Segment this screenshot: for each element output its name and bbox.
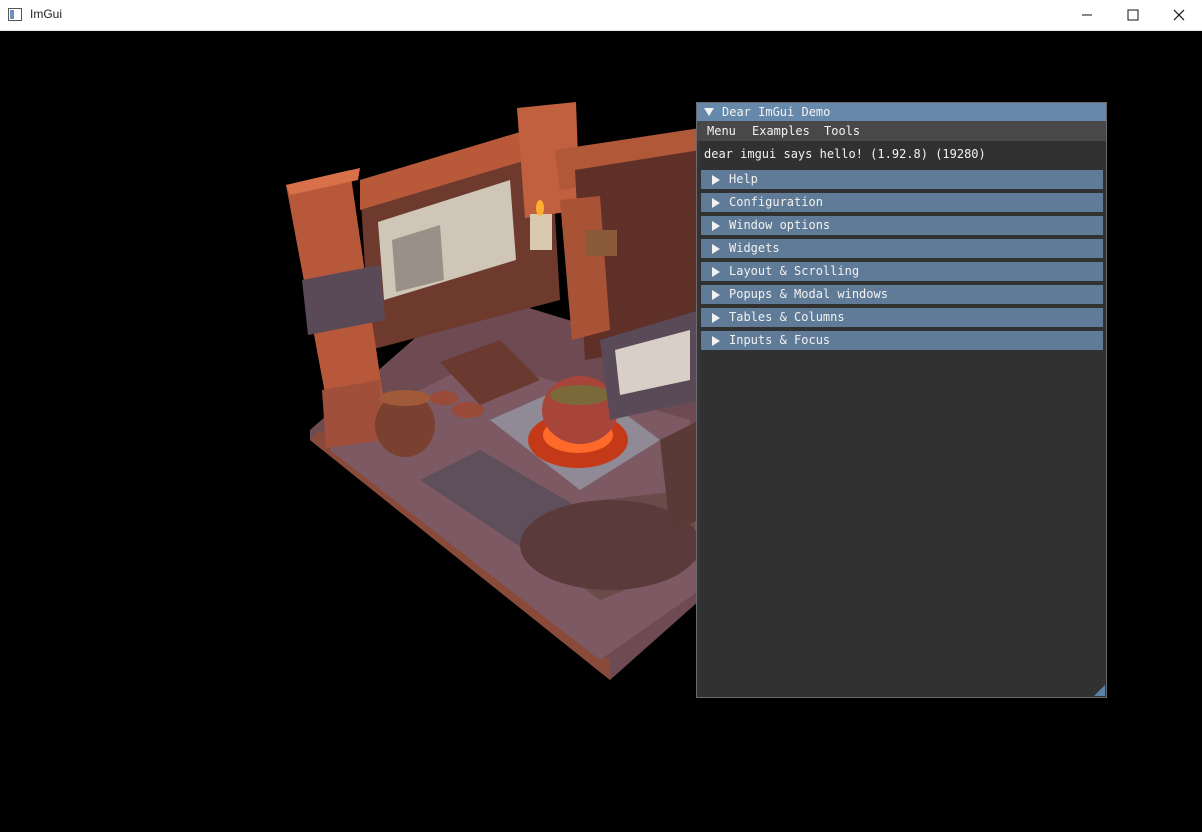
collapse-arrow-icon[interactable] (704, 108, 714, 116)
header-label: Inputs & Focus (729, 333, 831, 347)
header-label: Help (729, 172, 758, 186)
expand-arrow-icon (712, 290, 720, 300)
close-button[interactable] (1156, 0, 1202, 30)
render-viewport[interactable]: Dear ImGui Demo Menu Examples Tools dear… (0, 31, 1202, 832)
hello-text: dear imgui says hello! (1.92.8) (19280) (704, 147, 986, 161)
demo-title: Dear ImGui Demo (722, 105, 831, 119)
expand-arrow-icon (712, 221, 720, 231)
header-tables-columns[interactable]: Tables & Columns (701, 308, 1103, 327)
header-label: Widgets (729, 241, 780, 255)
header-label: Window options (729, 218, 831, 232)
os-title-bar: ImGui (0, 0, 1202, 31)
header-label: Configuration (729, 195, 823, 209)
expand-arrow-icon (712, 336, 720, 346)
maximize-icon (1127, 9, 1139, 21)
window-title: ImGui (30, 7, 63, 21)
resize-grip[interactable] (1094, 685, 1105, 696)
demo-menu-bar: Menu Examples Tools (697, 121, 1106, 141)
header-widgets[interactable]: Widgets (701, 239, 1103, 258)
expand-arrow-icon (712, 244, 720, 254)
expand-arrow-icon (712, 175, 720, 185)
menu-examples[interactable]: Examples (752, 124, 810, 138)
header-label: Layout & Scrolling (729, 264, 860, 278)
header-inputs-focus[interactable]: Inputs & Focus (701, 331, 1103, 350)
minimize-icon (1082, 14, 1092, 16)
maximize-button[interactable] (1110, 0, 1156, 30)
header-popups-modal[interactable]: Popups & Modal windows (701, 285, 1103, 304)
app-icon (8, 8, 22, 21)
close-icon (1173, 9, 1185, 21)
header-help[interactable]: Help (701, 170, 1103, 189)
expand-arrow-icon (712, 313, 720, 323)
header-configuration[interactable]: Configuration (701, 193, 1103, 212)
header-layout-scrolling[interactable]: Layout & Scrolling (701, 262, 1103, 281)
header-label: Popups & Modal windows (729, 287, 888, 301)
expand-arrow-icon (712, 198, 720, 208)
header-label: Tables & Columns (729, 310, 845, 324)
expand-arrow-icon (712, 267, 720, 277)
minimize-button[interactable] (1064, 0, 1110, 30)
demo-title-bar[interactable]: Dear ImGui Demo (697, 103, 1106, 121)
menu-tools[interactable]: Tools (824, 124, 860, 138)
menu-menu[interactable]: Menu (707, 124, 736, 138)
imgui-demo-window[interactable]: Dear ImGui Demo Menu Examples Tools dear… (696, 102, 1107, 698)
header-window-options[interactable]: Window options (701, 216, 1103, 235)
